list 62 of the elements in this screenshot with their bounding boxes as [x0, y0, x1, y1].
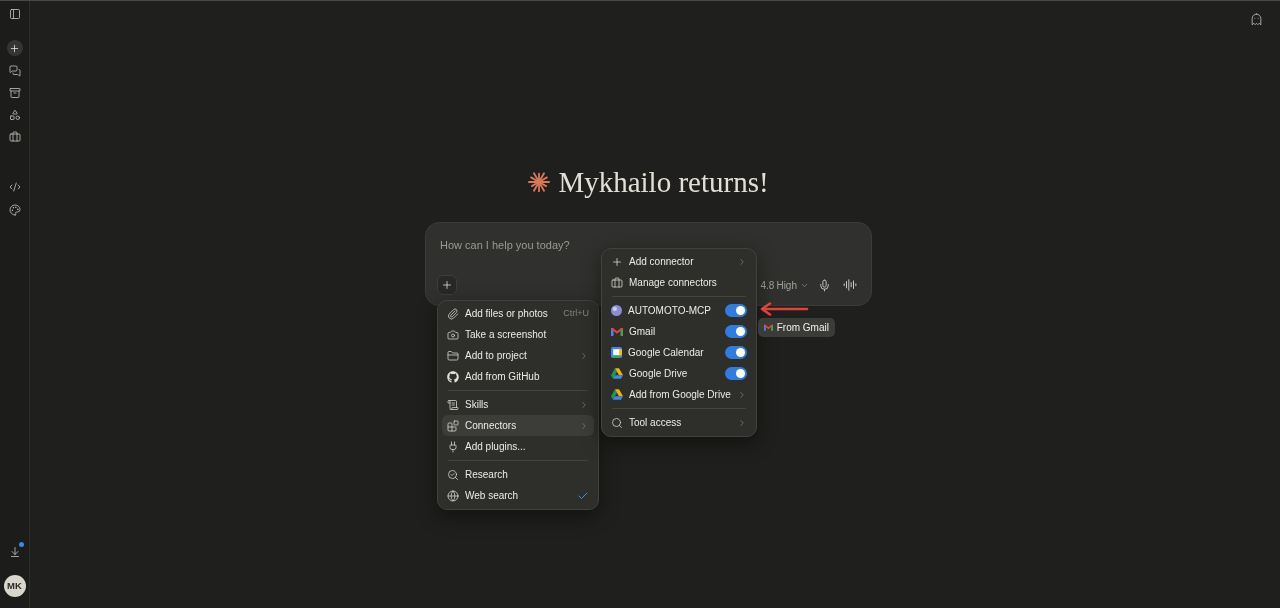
menu-item[interactable]: Web search	[442, 485, 594, 506]
user-avatar[interactable]: MK	[3, 575, 26, 597]
plus-icon	[441, 279, 453, 291]
menu-item[interactable]: Tool access	[606, 412, 752, 433]
mic-icon[interactable]	[818, 278, 831, 292]
search-icon	[611, 416, 623, 429]
calendar-icon	[611, 347, 622, 358]
menu-item[interactable]: Google Calendar	[606, 342, 752, 363]
scroll-icon	[447, 398, 459, 411]
greeting-title: Mykhailo returns!	[558, 167, 769, 197]
menu-item[interactable]: Skills	[442, 394, 594, 415]
chevron-right-icon	[579, 350, 589, 361]
menu-item[interactable]: Add files or photos Ctrl+U	[442, 303, 594, 324]
panel-icon[interactable]	[8, 8, 21, 20]
github-icon	[447, 370, 459, 383]
waveform-icon[interactable]	[843, 278, 857, 292]
globe-icon	[447, 489, 459, 502]
annotation-arrow	[758, 302, 809, 316]
drive-icon	[611, 389, 623, 400]
menu-item[interactable]: Connectors	[442, 415, 594, 436]
attach-button[interactable]	[437, 275, 457, 295]
menu-item[interactable]: Research	[442, 464, 594, 485]
keyboard-shortcut: Ctrl+U	[563, 306, 589, 320]
plus-icon	[611, 255, 623, 268]
menu-item[interactable]: Add plugins...	[442, 436, 594, 457]
code-icon[interactable]	[8, 181, 21, 193]
plus-icon[interactable]	[6, 40, 23, 56]
orb-icon	[611, 305, 622, 316]
ghost-icon[interactable]	[1250, 12, 1263, 26]
menu-item[interactable]: AUTOMOTO-MCP	[606, 300, 752, 321]
menu-item[interactable]: Take a screenshot	[442, 324, 594, 345]
chevron-right-icon	[579, 399, 589, 410]
menu-item[interactable]: Google Drive	[606, 363, 752, 384]
plug-icon	[447, 440, 459, 453]
model-selector[interactable]: 4.8 High	[760, 277, 809, 293]
chat-bubbles-icon[interactable]	[8, 65, 21, 77]
toggle-switch[interactable]	[724, 304, 747, 317]
chevron-right-icon	[579, 420, 589, 431]
briefcase-icon	[611, 276, 623, 289]
toggle-switch[interactable]	[724, 346, 747, 359]
menu-item[interactable]: Manage connectors	[606, 272, 752, 293]
paperclip-icon	[447, 307, 459, 320]
drive-icon	[611, 368, 623, 379]
toggle-switch[interactable]	[724, 367, 747, 380]
camera-icon	[447, 328, 459, 341]
palette-icon[interactable]	[8, 204, 21, 216]
folder-icon	[447, 349, 459, 362]
shapes-icon[interactable]	[8, 109, 21, 121]
toggle-switch[interactable]	[724, 325, 747, 338]
magnifier-check-icon	[447, 468, 459, 481]
menu-item[interactable]: Add from GitHub	[442, 366, 594, 387]
briefcase-icon[interactable]	[8, 131, 21, 143]
gmail-icon	[763, 324, 773, 331]
menu-item[interactable]: Gmail	[606, 321, 752, 342]
menu-item[interactable]: Add from Google Drive	[606, 384, 752, 405]
archive-icon[interactable]	[8, 87, 21, 99]
blocks-icon	[447, 419, 459, 432]
tooltip-label: From Gmail	[776, 321, 829, 335]
spark-icon	[528, 171, 551, 193]
menu-item[interactable]: Add to project	[442, 345, 594, 366]
download-icon[interactable]	[8, 546, 21, 558]
gmail-icon	[611, 327, 623, 336]
